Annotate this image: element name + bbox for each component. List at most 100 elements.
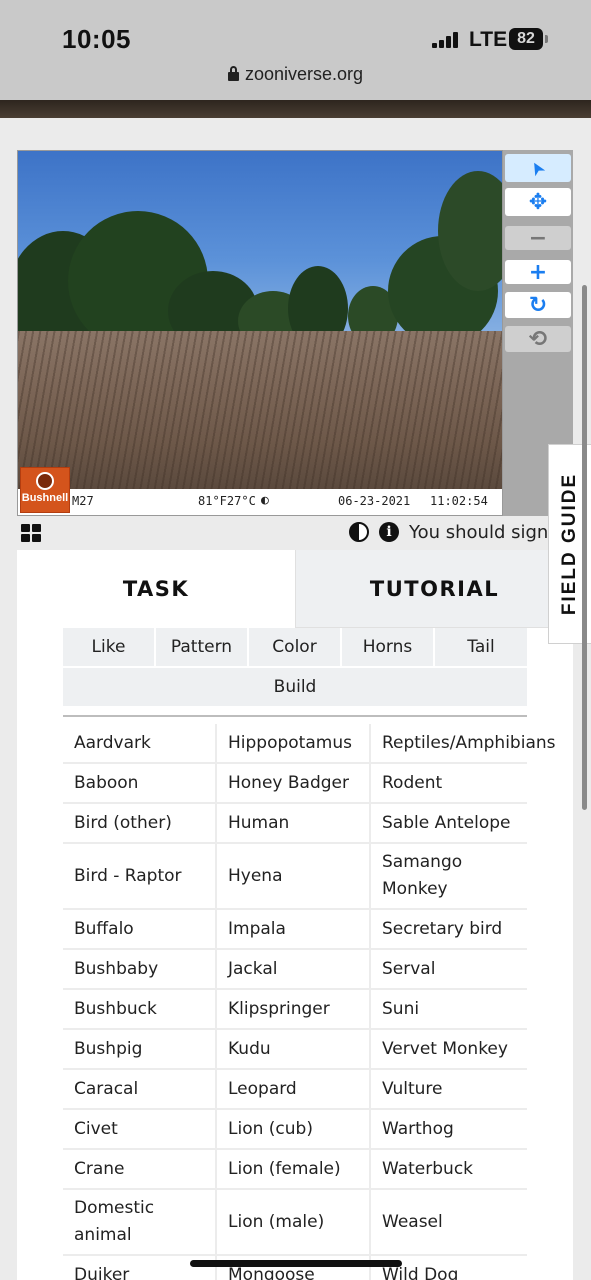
task-panel: TASK TUTORIAL Like Pattern Color Horns T… xyxy=(17,550,573,1280)
annotate-button[interactable]: ➤ xyxy=(505,154,571,182)
filter-pattern[interactable]: Pattern xyxy=(156,628,247,666)
choice-button[interactable]: Baboon xyxy=(63,764,217,802)
filter-horns[interactable]: Horns xyxy=(342,628,433,666)
filter-like[interactable]: Like xyxy=(63,628,154,666)
reset-icon: ⟲ xyxy=(528,326,548,352)
choice-button[interactable]: Reptiles/Amphibians xyxy=(371,724,556,762)
choice-button[interactable]: Sable Antelope xyxy=(371,804,527,842)
choice-button[interactable]: Waterbuck xyxy=(371,1150,527,1188)
divider xyxy=(63,715,527,717)
choice-row: Bushpig Kudu Vervet Monkey xyxy=(63,1030,527,1070)
choice-button[interactable]: Lion (cub) xyxy=(217,1110,371,1148)
choice-button[interactable]: Buffalo xyxy=(63,910,217,948)
filter-color[interactable]: Color xyxy=(249,628,340,666)
choice-row: Baboon Honey Badger Rodent xyxy=(63,764,527,804)
tab-task[interactable]: TASK xyxy=(17,550,295,628)
task-tabs: TASK TUTORIAL xyxy=(17,550,573,628)
choice-button[interactable]: Rodent xyxy=(371,764,527,802)
filter-tail[interactable]: Tail xyxy=(435,628,527,666)
choice-row: Crane Lion (female) Waterbuck xyxy=(63,1150,527,1190)
battery-icon: 82 xyxy=(509,28,543,50)
url-text: zooniverse.org xyxy=(244,64,364,84)
field-guide-label: FIELD GUIDE xyxy=(559,472,580,616)
grass-texture xyxy=(18,331,502,491)
choice-button[interactable]: Bird (other) xyxy=(63,804,217,842)
choice-row: Buffalo Impala Secretary bird xyxy=(63,910,527,950)
signal-strength-icon xyxy=(432,32,464,48)
bushnell-wordmark: Bushnell xyxy=(21,492,69,504)
scrollbar[interactable] xyxy=(582,285,587,810)
page-header-edge xyxy=(0,100,591,118)
sign-in-prompt[interactable]: You should sign xyxy=(409,522,548,543)
zoom-in-button[interactable]: + xyxy=(505,259,571,285)
choice-row: Aardvark Hippopotamus Reptiles/Amphibian… xyxy=(63,724,556,764)
battery-cap xyxy=(545,35,548,43)
choice-button[interactable]: Domestic animal xyxy=(63,1190,217,1254)
camera-info-strip: M27 81°F27°C ◐ 06-23-2021 11:02:54 xyxy=(18,489,502,515)
minus-icon: − xyxy=(528,225,548,251)
address-bar[interactable]: zooniverse.org xyxy=(0,64,591,85)
camera-id: M27 xyxy=(72,494,94,508)
camera-temperature: 81°F27°C xyxy=(198,494,256,508)
tab-tutorial[interactable]: TUTORIAL xyxy=(295,550,573,628)
choice-button[interactable]: Lion (male) xyxy=(217,1190,371,1254)
collections-grid-icon[interactable] xyxy=(21,524,41,542)
choice-button[interactable]: Caracal xyxy=(63,1070,217,1108)
bushnell-emblem-icon xyxy=(36,472,54,490)
camera-date: 06-23-2021 xyxy=(338,494,411,508)
choice-row: Domestic animal Lion (male) Weasel xyxy=(63,1190,527,1256)
choice-button[interactable]: Crane xyxy=(63,1150,217,1188)
subject-image[interactable]: M27 81°F27°C ◐ 06-23-2021 11:02:54 Bushn… xyxy=(17,150,503,516)
choice-button[interactable]: Serval xyxy=(371,950,527,988)
rotate-button[interactable]: ↻ xyxy=(505,292,571,318)
choice-button[interactable]: Civet xyxy=(63,1110,217,1148)
camera-time: 11:02:54 xyxy=(430,494,488,508)
move-button[interactable]: ✥ xyxy=(505,188,571,216)
rotate-icon: ↻ xyxy=(528,292,548,318)
choice-button[interactable]: Bushpig xyxy=(63,1030,217,1068)
home-indicator[interactable] xyxy=(190,1260,402,1267)
move-icon: ✥ xyxy=(528,189,548,215)
choice-row: Caracal Leopard Vulture xyxy=(63,1070,527,1110)
status-time: 10:05 xyxy=(62,24,131,54)
reset-button[interactable]: ⟲ xyxy=(505,326,571,352)
choice-button[interactable]: Honey Badger xyxy=(217,764,371,802)
choice-button[interactable]: Aardvark xyxy=(63,724,217,762)
choice-button[interactable]: Suni xyxy=(371,990,527,1028)
lock-icon xyxy=(227,66,239,81)
bushnell-logo: Bushnell xyxy=(20,467,70,513)
subject-metadata-bar: i You should sign xyxy=(17,516,573,550)
choice-button[interactable]: Impala xyxy=(217,910,371,948)
choice-button[interactable]: Bird - Raptor xyxy=(63,844,217,908)
choice-button[interactable]: Warthog xyxy=(371,1110,527,1148)
choice-button[interactable]: Leopard xyxy=(217,1070,371,1108)
choice-button[interactable]: Lion (female) xyxy=(217,1150,371,1188)
choice-button[interactable]: Hyena xyxy=(217,844,371,908)
choice-row: Bushbuck Klipspringer Suni xyxy=(63,990,527,1030)
choice-button[interactable]: Klipspringer xyxy=(217,990,371,1028)
choice-button[interactable]: Hippopotamus xyxy=(217,724,371,762)
choice-row: Civet Lion (cub) Warthog xyxy=(63,1110,527,1150)
pointer-icon: ➤ xyxy=(525,156,551,180)
info-icon[interactable]: i xyxy=(379,522,399,542)
choice-button[interactable]: Secretary bird xyxy=(371,910,527,948)
choice-button[interactable]: Jackal xyxy=(217,950,371,988)
choice-button[interactable]: Samango Monkey xyxy=(371,844,527,908)
choice-row: Bushbaby Jackal Serval xyxy=(63,950,527,990)
choice-row: Bird - Raptor Hyena Samango Monkey xyxy=(63,844,527,910)
choice-button[interactable]: Bushbuck xyxy=(63,990,217,1028)
filter-build[interactable]: Build xyxy=(63,668,527,706)
choice-button[interactable]: Kudu xyxy=(217,1030,371,1068)
moon-phase-icon: ◐ xyxy=(261,493,269,508)
ios-status-bar: 10:05 LTE 82 zooniverse.org xyxy=(0,0,591,100)
choice-button[interactable]: Vulture xyxy=(371,1070,527,1108)
choice-button[interactable]: Bushbaby xyxy=(63,950,217,988)
contrast-icon[interactable] xyxy=(349,522,369,542)
choice-button[interactable]: Human xyxy=(217,804,371,842)
choice-button[interactable]: Vervet Monkey xyxy=(371,1030,527,1068)
choice-row: Bird (other) Human Sable Antelope xyxy=(63,804,527,844)
zoom-out-button[interactable]: − xyxy=(505,225,571,251)
plus-icon: + xyxy=(528,259,548,285)
choice-button[interactable]: Weasel xyxy=(371,1190,527,1254)
network-type: LTE xyxy=(469,28,508,51)
